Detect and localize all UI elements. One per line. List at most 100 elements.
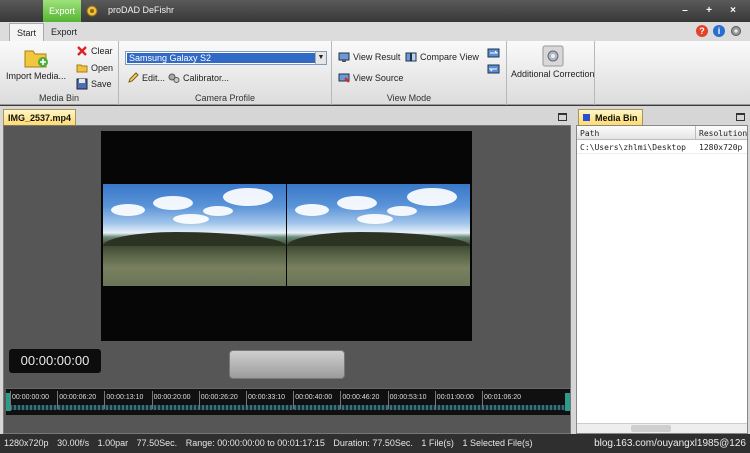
- cell-path: C:\Users\zhlmi\Desktop: [580, 143, 686, 152]
- save-label: Save: [91, 79, 112, 89]
- timeline-tick-label: 00:00:26:20: [200, 394, 238, 401]
- status-range: Range: 00:00:00:00 to 00:01:17:15: [185, 438, 325, 448]
- edit-label: Edit...: [142, 73, 166, 83]
- timeline-tick-label: 00:01:06:20: [484, 394, 521, 401]
- maximize-button[interactable]: +: [698, 3, 720, 18]
- status-length: 77.50Sec.: [136, 438, 178, 448]
- status-resolution: 1280x720p: [4, 438, 49, 448]
- tab-start[interactable]: Start: [9, 23, 45, 41]
- timeline-tick-label: 00:00:53:10: [389, 394, 427, 401]
- preview-tab[interactable]: IMG_2537.mp4: [3, 109, 77, 126]
- media-bin-tab-icon: [583, 114, 590, 121]
- rotate-left-icon[interactable]: [487, 63, 501, 75]
- ribbon-tab-row: Start Export ? i: [0, 22, 750, 41]
- column-path[interactable]: Path: [580, 129, 599, 138]
- view-result-label: View Result: [353, 52, 401, 62]
- maximize-media-bin-icon[interactable]: [736, 113, 745, 121]
- timeline-tick-mark: [293, 391, 295, 409]
- info-icon[interactable]: i: [713, 25, 725, 37]
- view-source-button[interactable]: View Source: [338, 72, 403, 84]
- gears-icon: [168, 73, 180, 83]
- result-frame: [103, 184, 286, 286]
- timeline-tick-mark: [387, 391, 389, 409]
- preview-panel: 00:00:00:00 00:00:00:00 00:00:06:20 00:00:…: [3, 125, 571, 434]
- ribbon: Import Media... Clear Open Save Media Bi…: [0, 41, 750, 105]
- scrollbar-thumb[interactable]: [631, 425, 671, 432]
- minimize-button[interactable]: –: [674, 3, 696, 18]
- timeline-tick-label: 00:00:13:10: [106, 394, 144, 401]
- video-viewport[interactable]: [101, 131, 472, 341]
- compare-view-label: Compare View: [420, 52, 479, 62]
- camera-profile-select[interactable]: Samsung Galaxy S2 ▼: [125, 51, 327, 65]
- import-media-label: Import Media...: [6, 71, 67, 81]
- table-row[interactable]: C:\Users\zhlmi\Desktop 1280x720p: [577, 140, 747, 154]
- view-mode-group-label: View Mode: [386, 93, 432, 103]
- timeline-end-handle[interactable]: [565, 393, 570, 411]
- calibrator-button[interactable]: Calibrator...: [168, 72, 229, 84]
- status-duration: Duration: 77.50Sec.: [333, 438, 413, 448]
- tab-export[interactable]: Export: [44, 23, 84, 41]
- close-button[interactable]: ×: [722, 3, 744, 18]
- work-area: IMG_2537.mp4 Media Bin 00:00:00:00 00:00…: [0, 106, 750, 434]
- folder-plus-icon: [24, 50, 49, 68]
- media-bin-panel: Path Resolution C:\Users\zhlmi\Desktop 1…: [576, 125, 748, 434]
- correction-gear-icon: [542, 45, 564, 67]
- calibrator-label: Calibrator...: [183, 73, 230, 83]
- cell-resolution: 1280x720p: [699, 143, 743, 152]
- maximize-preview-icon[interactable]: [558, 113, 567, 121]
- additional-correction-button[interactable]: Additional Correction: [511, 45, 595, 79]
- view-result-button[interactable]: View Result: [338, 51, 400, 63]
- timeline-tick-label: 00:00:00:00: [12, 394, 49, 401]
- app-window: Export proDAD DeFishr – + × Start Export…: [0, 0, 750, 453]
- settings-gear-icon[interactable]: [730, 25, 742, 37]
- media-bin-header: Path Resolution: [577, 126, 747, 140]
- status-selected: 1 Selected File(s): [462, 438, 533, 448]
- pencil-icon: [128, 72, 139, 83]
- compare-view-button[interactable]: Compare View: [405, 51, 479, 63]
- quick-export-tab[interactable]: Export: [43, 0, 81, 22]
- red-x-icon: [77, 46, 87, 56]
- monitor-icon: [338, 52, 350, 62]
- dropdown-arrow-icon[interactable]: ▼: [315, 52, 326, 64]
- timeline-tick-label: 00:00:46:20: [342, 394, 380, 401]
- save-button[interactable]: Save: [76, 78, 112, 90]
- timeline-tick-mark: [104, 391, 106, 409]
- group-additional: Additional Correction: [507, 41, 595, 105]
- column-resolution[interactable]: Resolution: [699, 129, 747, 138]
- timeline-tick-mark: [434, 391, 436, 409]
- source-frame: [287, 184, 470, 286]
- timeline-tick-mark: [57, 391, 59, 409]
- timeline-tick-label: 00:00:33:10: [248, 394, 285, 401]
- import-media-button[interactable]: Import Media...: [6, 47, 66, 81]
- open-folder-icon: [76, 64, 88, 73]
- rotate-right-icon[interactable]: [487, 47, 501, 59]
- transport-control[interactable]: [229, 350, 345, 379]
- clear-button[interactable]: Clear: [76, 45, 113, 57]
- group-view-mode: View Result Compare View View Source Vie…: [332, 41, 507, 105]
- split-view-icon: [405, 52, 417, 62]
- media-bin-tab[interactable]: Media Bin: [578, 109, 643, 126]
- timeline-tick-mark: [151, 391, 153, 409]
- horizontal-scrollbar[interactable]: [577, 423, 747, 433]
- status-fps: 30.00f/s: [57, 438, 90, 448]
- group-media-bin: Import Media... Clear Open Save Media Bi…: [0, 41, 119, 105]
- timeline-tick-mark: [10, 391, 11, 409]
- timeline-tick-mark: [198, 391, 200, 409]
- timeline-tick-label: 00:00:40:00: [295, 394, 333, 401]
- watermark-text: blog.163.com/ouyangxl1985@126: [594, 438, 746, 449]
- open-button[interactable]: Open: [76, 62, 113, 74]
- timeline-strip: [6, 405, 570, 410]
- timeline-tick-mark: [246, 391, 247, 409]
- app-logo-icon: [86, 5, 98, 17]
- status-bar: 1280x720p 30.00f/s 1.00par 77.50Sec. Ran…: [0, 434, 750, 453]
- timeline[interactable]: 00:00:00:00 00:00:06:20 00:00:13:10 00:00:2…: [6, 388, 570, 415]
- timecode-display: 00:00:00:00: [9, 349, 101, 373]
- timeline-tick-label: 00:00:20:00: [153, 394, 191, 401]
- floppy-disk-icon: [76, 78, 88, 90]
- status-par: 1.00par: [97, 438, 129, 448]
- title-bar: Export proDAD DeFishr – + ×: [0, 0, 750, 22]
- timeline-tick-label: 00:01:00:00: [436, 394, 474, 401]
- edit-profile-button[interactable]: Edit...: [127, 72, 165, 84]
- help-icon[interactable]: ?: [696, 25, 708, 37]
- view-source-label: View Source: [353, 73, 404, 83]
